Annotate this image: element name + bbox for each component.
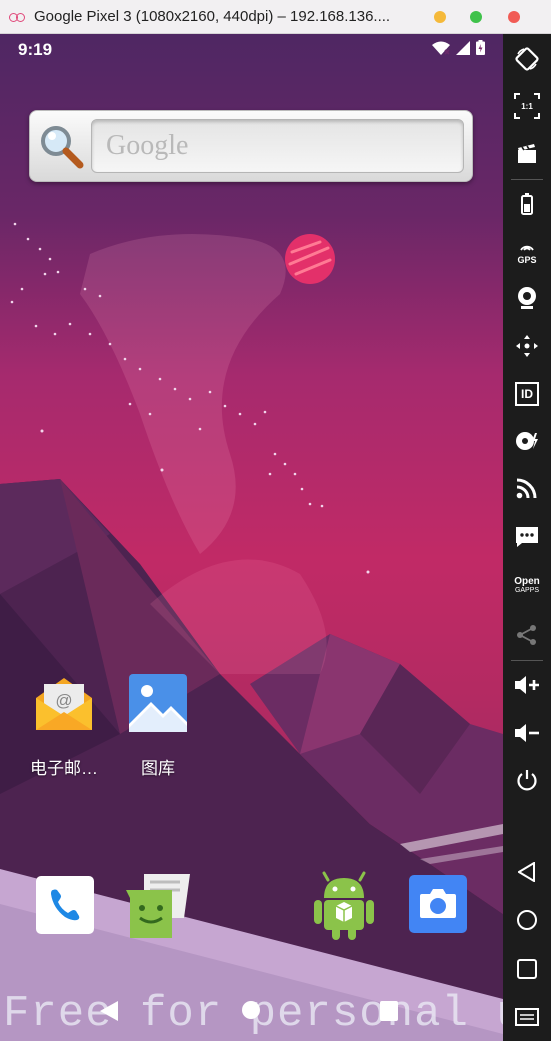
gps-button[interactable]: GPS	[503, 231, 551, 271]
open-gapps-button[interactable]: Open GAPPS	[503, 566, 551, 606]
power-icon	[517, 770, 537, 791]
app-gallery[interactable]: 图库	[113, 672, 203, 779]
battery-icon	[521, 193, 533, 215]
search-input[interactable]: Google	[91, 119, 464, 173]
email-icon[interactable]: @	[33, 672, 95, 734]
app-gallery-label: 图库	[141, 759, 175, 778]
nav-back-icon[interactable]	[98, 1000, 120, 1022]
webcam-button[interactable]	[503, 278, 551, 318]
nav-recents-icon[interactable]	[379, 1000, 399, 1022]
device-id-button[interactable]: ID	[503, 374, 551, 414]
emulator-side-panel: 1:1 GPS ID Open GAPPS	[503, 34, 551, 1041]
disk-icon	[516, 432, 538, 450]
screencast-button[interactable]	[503, 133, 551, 173]
webcam-icon	[518, 287, 536, 309]
volume-up-icon	[515, 676, 539, 694]
status-bar: 9:19	[0, 34, 503, 64]
sms-icon	[516, 527, 538, 547]
status-time: 9:19	[18, 40, 53, 59]
rotate-button[interactable]	[503, 39, 551, 79]
power-button[interactable]	[503, 760, 551, 800]
rotate-icon	[515, 47, 539, 71]
pixel-perfect-label: 1:1	[521, 102, 533, 111]
battery-charging-icon	[476, 40, 485, 55]
android-app-icon[interactable]	[312, 870, 376, 942]
maximize-button[interactable]	[470, 11, 482, 23]
home-icon	[517, 910, 537, 930]
menu-icon	[515, 1008, 539, 1026]
volume-down-icon	[515, 724, 539, 742]
window-title: Google Pixel 3 (1080x2160, 440dpi) – 192…	[34, 8, 391, 25]
id-label: ID	[521, 387, 533, 401]
phone-screen: 9:19 Google @ 电子邮… 图库 Free for personal	[0, 34, 503, 1041]
navigation-bar	[0, 974, 503, 1041]
panel-home-button[interactable]	[503, 900, 551, 940]
close-button[interactable]	[508, 11, 520, 23]
network-icon	[516, 478, 537, 499]
search-icon[interactable]	[38, 123, 84, 169]
gallery-icon[interactable]	[127, 672, 189, 734]
panel-recents-button[interactable]	[503, 949, 551, 989]
network-button[interactable]	[503, 468, 551, 508]
svg-text:@: @	[55, 691, 72, 710]
nav-home-icon[interactable]	[241, 1000, 261, 1020]
open-gapps-icon: Open GAPPS	[514, 577, 540, 595]
app-email-label: 电子邮…	[30, 759, 98, 778]
phone-icon[interactable]	[34, 874, 96, 936]
app-email[interactable]: @ 电子邮…	[19, 672, 109, 779]
search-placeholder: Google	[106, 130, 189, 161]
gps-icon: GPS	[517, 238, 537, 265]
share-button[interactable]	[503, 615, 551, 655]
id-icon: ID	[515, 382, 539, 406]
share-icon	[517, 625, 536, 645]
dpad-icon	[516, 335, 538, 357]
messaging-icon[interactable]	[124, 872, 192, 940]
panel-menu-button[interactable]	[503, 997, 551, 1037]
back-icon	[518, 862, 535, 882]
battery-button[interactable]	[503, 184, 551, 224]
panel-back-button[interactable]	[503, 852, 551, 892]
open-gapps-label-1: Open	[514, 576, 540, 587]
volume-down-button[interactable]	[503, 713, 551, 753]
open-gapps-label-2: GAPPS	[514, 587, 540, 594]
pixel-perfect-icon: 1:1	[514, 93, 540, 119]
window-title-bar: Google Pixel 3 (1080x2160, 440dpi) – 192…	[0, 0, 551, 34]
camera-icon[interactable]	[408, 874, 468, 934]
pixel-perfect-button[interactable]: 1:1	[503, 86, 551, 126]
minimize-button[interactable]	[434, 11, 446, 23]
disk-button[interactable]	[503, 421, 551, 461]
gps-label: GPS	[517, 254, 537, 265]
sms-button[interactable]	[503, 517, 551, 557]
genymotion-logo-icon	[9, 11, 27, 23]
wifi-icon	[432, 41, 450, 55]
volume-up-button[interactable]	[503, 665, 551, 705]
cell-signal-icon	[456, 40, 470, 55]
screencast-icon	[518, 144, 536, 163]
dpad-button[interactable]	[503, 326, 551, 366]
recents-icon	[517, 959, 537, 979]
google-search-widget[interactable]: Google	[29, 110, 473, 182]
